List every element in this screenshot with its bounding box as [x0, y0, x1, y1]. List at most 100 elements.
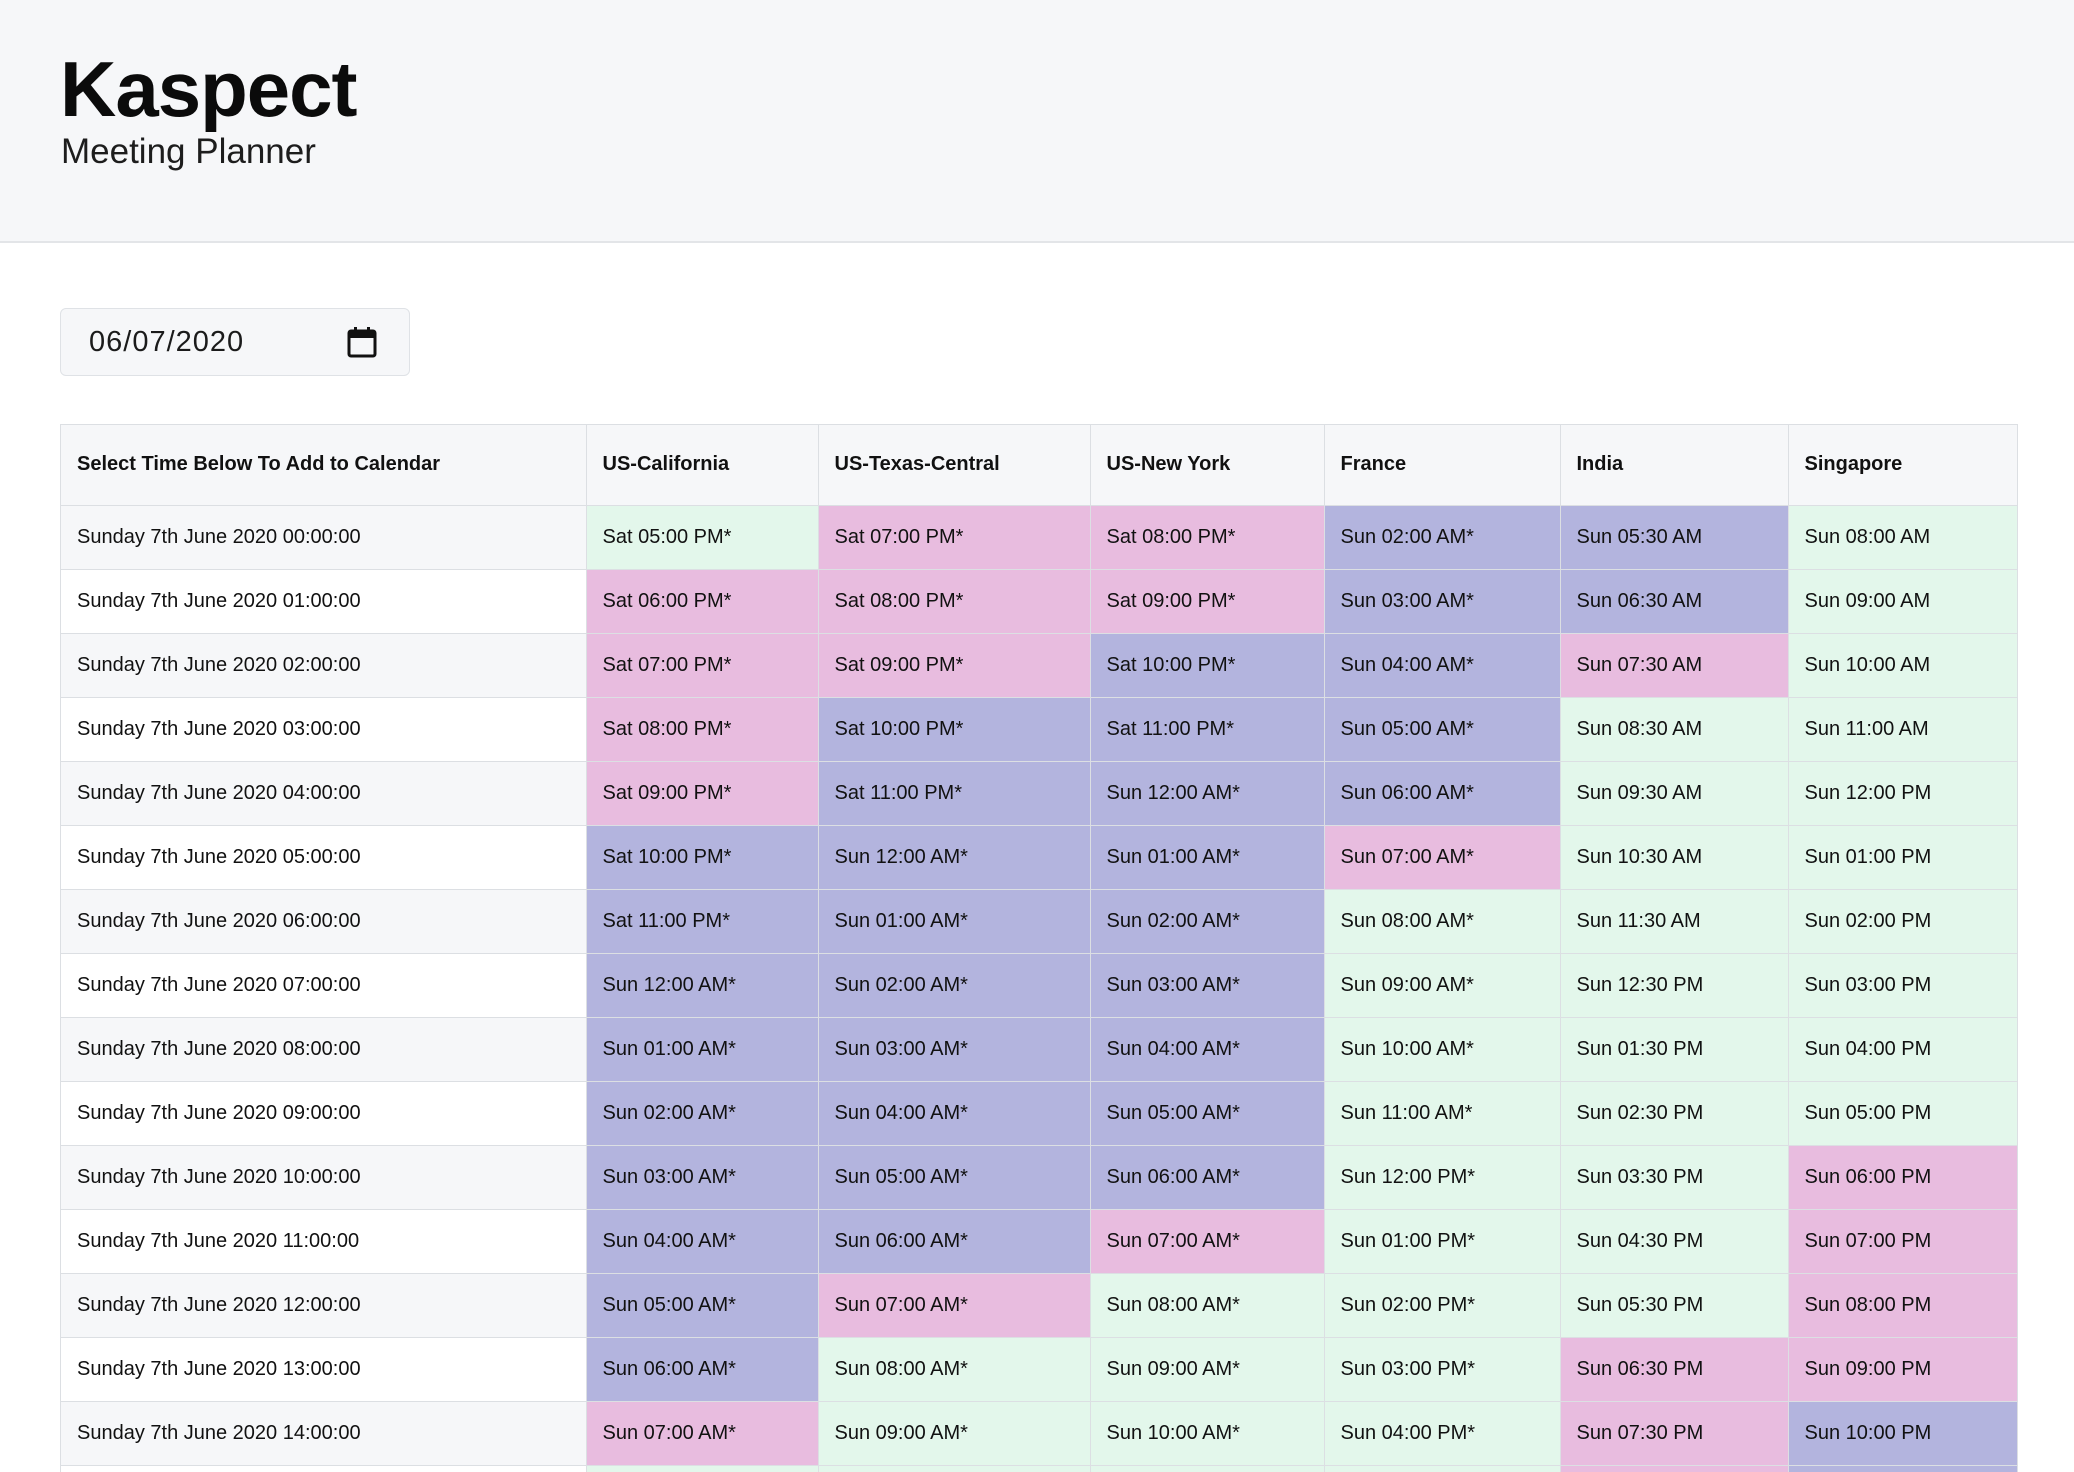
timezone-time-cell[interactable]: Sun 11:00 AM: [1788, 697, 2017, 762]
time-slot-cell[interactable]: Sunday 7th June 2020 05:00:00: [61, 825, 587, 890]
timezone-time-cell[interactable]: Sun 03:00 AM*: [818, 1017, 1091, 1082]
timezone-time-cell[interactable]: Sun 11:30 AM: [1560, 889, 1789, 954]
timezone-time-cell[interactable]: Sun 09:00 AM*: [1324, 953, 1561, 1018]
table-row[interactable]: Sunday 7th June 2020 03:00:00 Sat 08:00 P…: [61, 697, 2017, 762]
timezone-time-cell[interactable]: Sun 10:30 AM: [1560, 825, 1789, 890]
timezone-time-cell[interactable]: Sun 06:00 AM*: [586, 1337, 819, 1402]
timezone-time-cell[interactable]: Sun 06:30 AM: [1560, 569, 1789, 634]
timezone-time-cell[interactable]: Sun 08:00 AM*: [1090, 1273, 1325, 1338]
timezone-time-cell[interactable]: Sat 10:00 PM*: [586, 825, 819, 890]
timezone-time-cell[interactable]: Sun 12:00 PM*: [1324, 1145, 1561, 1210]
timezone-time-cell[interactable]: Sun 07:00 AM*: [1090, 1209, 1325, 1274]
table-row[interactable]: Sunday 7th June 2020 00:00:00 Sat 05:00 P…: [61, 505, 2017, 570]
timezone-time-cell[interactable]: Sun 03:00 AM*: [1324, 569, 1561, 634]
timezone-time-cell[interactable]: Sun 04:00 AM*: [818, 1081, 1091, 1146]
timezone-time-cell[interactable]: Sun 06:00 PM: [1788, 1145, 2017, 1210]
timezone-time-cell[interactable]: Sun 11:00 AM*: [1324, 1081, 1561, 1146]
time-slot-cell[interactable]: Sunday 7th June 2020 09:00:00: [61, 1081, 587, 1146]
timezone-time-cell[interactable]: Sun 05:00 AM*: [586, 1273, 819, 1338]
timezone-time-cell[interactable]: Sun 02:00 AM*: [1090, 889, 1325, 954]
timezone-time-cell[interactable]: Sun 08:00 AM*: [586, 1465, 819, 1472]
timezone-time-cell[interactable]: Sun 05:00 PM*: [1324, 1465, 1561, 1472]
timezone-time-cell[interactable]: Sun 05:00 AM*: [818, 1145, 1091, 1210]
timezone-time-cell[interactable]: Sun 04:00 PM*: [1324, 1401, 1561, 1466]
timezone-time-cell[interactable]: Sun 07:30 PM: [1560, 1401, 1789, 1466]
time-slot-cell[interactable]: Sunday 7th June 2020 08:00:00: [61, 1017, 587, 1082]
time-slot-cell[interactable]: Sunday 7th June 2020 06:00:00: [61, 889, 587, 954]
timezone-time-cell[interactable]: Sun 01:00 PM: [1788, 825, 2017, 890]
date-picker-input[interactable]: 06/07/2020: [60, 308, 410, 376]
timezone-time-cell[interactable]: Sun 08:00 AM: [1788, 505, 2017, 570]
timezone-time-cell[interactable]: Sun 12:00 PM: [1788, 761, 2017, 826]
time-slot-cell[interactable]: Sunday 7th June 2020 11:00:00: [61, 1209, 587, 1274]
timezone-time-cell[interactable]: Sun 03:00 AM*: [586, 1145, 819, 1210]
timezone-table-container[interactable]: Select Time Below To Add to Calendar US-C…: [60, 424, 2018, 1472]
timezone-time-cell[interactable]: Sun 06:00 AM*: [818, 1209, 1091, 1274]
timezone-time-cell[interactable]: Sun 01:00 AM*: [586, 1017, 819, 1082]
timezone-time-cell[interactable]: Sun 02:30 PM: [1560, 1081, 1789, 1146]
timezone-time-cell[interactable]: Sat 08:00 PM*: [818, 569, 1091, 634]
table-row[interactable]: Sunday 7th June 2020 14:00:00 Sun 07:00 A…: [61, 1401, 2017, 1466]
timezone-time-cell[interactable]: Sun 08:00 AM*: [1324, 889, 1561, 954]
timezone-time-cell[interactable]: Sun 02:00 PM*: [1324, 1273, 1561, 1338]
timezone-time-cell[interactable]: Sun 04:00 AM*: [1324, 633, 1561, 698]
table-row[interactable]: Sunday 7th June 2020 07:00:00 Sun 12:00 A…: [61, 953, 2017, 1018]
timezone-time-cell[interactable]: Sun 10:00 AM*: [1090, 1401, 1325, 1466]
timezone-time-cell[interactable]: Sat 11:00 PM*: [586, 889, 819, 954]
timezone-time-cell[interactable]: Sun 07:00 PM: [1788, 1209, 2017, 1274]
timezone-time-cell[interactable]: Sun 03:00 PM*: [1324, 1337, 1561, 1402]
timezone-time-cell[interactable]: Sun 02:00 AM*: [586, 1081, 819, 1146]
timezone-time-cell[interactable]: Sun 05:30 PM: [1560, 1273, 1789, 1338]
timezone-time-cell[interactable]: Sat 08:00 PM*: [586, 697, 819, 762]
timezone-time-cell[interactable]: Sun 08:00 AM*: [818, 1337, 1091, 1402]
timezone-time-cell[interactable]: Sun 05:00 AM*: [1090, 1081, 1325, 1146]
time-slot-cell[interactable]: Sunday 7th June 2020 04:00:00: [61, 761, 587, 826]
time-slot-cell[interactable]: Sunday 7th June 2020 15:00:00: [61, 1465, 587, 1472]
table-row[interactable]: Sunday 7th June 2020 08:00:00 Sun 01:00 A…: [61, 1017, 2017, 1082]
timezone-time-cell[interactable]: Sun 06:00 AM*: [1324, 761, 1561, 826]
timezone-time-cell[interactable]: Sun 02:00 AM*: [1324, 505, 1561, 570]
timezone-time-cell[interactable]: Sun 01:00 AM*: [1090, 825, 1325, 890]
timezone-time-cell[interactable]: Sun 11:00 AM*: [1090, 1465, 1325, 1472]
timezone-time-cell[interactable]: Sat 06:00 PM*: [586, 569, 819, 634]
timezone-time-cell[interactable]: Sun 04:00 AM*: [586, 1209, 819, 1274]
time-slot-cell[interactable]: Sunday 7th June 2020 13:00:00: [61, 1337, 587, 1402]
timezone-time-cell[interactable]: Sun 02:00 AM*: [818, 953, 1091, 1018]
timezone-time-cell[interactable]: Sun 01:00 AM*: [818, 889, 1091, 954]
timezone-time-cell[interactable]: Sun 04:00 AM*: [1090, 1017, 1325, 1082]
table-row[interactable]: Sunday 7th June 2020 04:00:00 Sat 09:00 P…: [61, 761, 2017, 826]
timezone-time-cell[interactable]: Sun 07:00 AM*: [586, 1401, 819, 1466]
timezone-time-cell[interactable]: Sun 01:30 PM: [1560, 1017, 1789, 1082]
timezone-time-cell[interactable]: Sun 10:00 AM*: [1324, 1017, 1561, 1082]
timezone-time-cell[interactable]: Sun 03:30 PM: [1560, 1145, 1789, 1210]
table-row[interactable]: Sunday 7th June 2020 01:00:00 Sat 06:00 P…: [61, 569, 2017, 634]
timezone-time-cell[interactable]: Sun 04:30 PM: [1560, 1209, 1789, 1274]
timezone-time-cell[interactable]: Sun 06:30 PM: [1560, 1337, 1789, 1402]
timezone-time-cell[interactable]: Sat 07:00 PM*: [586, 633, 819, 698]
timezone-time-cell[interactable]: Sun 05:30 AM: [1560, 505, 1789, 570]
timezone-time-cell[interactable]: Sun 05:00 AM*: [1324, 697, 1561, 762]
timezone-time-cell[interactable]: Sun 12:00 AM*: [818, 825, 1091, 890]
timezone-time-cell[interactable]: Sun 09:30 AM: [1560, 761, 1789, 826]
timezone-time-cell[interactable]: Sun 02:00 PM: [1788, 889, 2017, 954]
timezone-time-cell[interactable]: Sun 09:00 AM*: [1090, 1337, 1325, 1402]
date-value[interactable]: 06/07/2020: [89, 326, 244, 359]
timezone-time-cell[interactable]: Sun 07:00 AM*: [1324, 825, 1561, 890]
timezone-time-cell[interactable]: Sun 09:00 AM*: [818, 1401, 1091, 1466]
time-slot-cell[interactable]: Sunday 7th June 2020 12:00:00: [61, 1273, 587, 1338]
timezone-time-cell[interactable]: Sun 12:00 AM*: [1090, 761, 1325, 826]
timezone-time-cell[interactable]: Sun 09:00 PM: [1788, 1337, 2017, 1402]
timezone-time-cell[interactable]: Sun 05:00 PM: [1788, 1081, 2017, 1146]
table-row[interactable]: Sunday 7th June 2020 11:00:00 Sun 04:00 A…: [61, 1209, 2017, 1274]
table-row[interactable]: Sunday 7th June 2020 05:00:00 Sat 10:00 P…: [61, 825, 2017, 890]
table-row[interactable]: Sunday 7th June 2020 15:00:00Sun 08:00 A…: [61, 1465, 2017, 1472]
timezone-time-cell[interactable]: Sat 11:00 PM*: [818, 761, 1091, 826]
table-row[interactable]: Sunday 7th June 2020 10:00:00 Sun 03:00 A…: [61, 1145, 2017, 1210]
timezone-time-cell[interactable]: Sun 07:00 AM*: [818, 1273, 1091, 1338]
time-slot-cell[interactable]: Sunday 7th June 2020 00:00:00: [61, 505, 587, 570]
timezone-time-cell[interactable]: Sun 12:30 PM: [1560, 953, 1789, 1018]
timezone-time-cell[interactable]: Sat 09:00 PM*: [818, 633, 1091, 698]
time-slot-cell[interactable]: Sunday 7th June 2020 01:00:00: [61, 569, 587, 634]
time-slot-cell[interactable]: Sunday 7th June 2020 07:00:00: [61, 953, 587, 1018]
timezone-time-cell[interactable]: Sun 11:00 PM: [1788, 1465, 2017, 1472]
